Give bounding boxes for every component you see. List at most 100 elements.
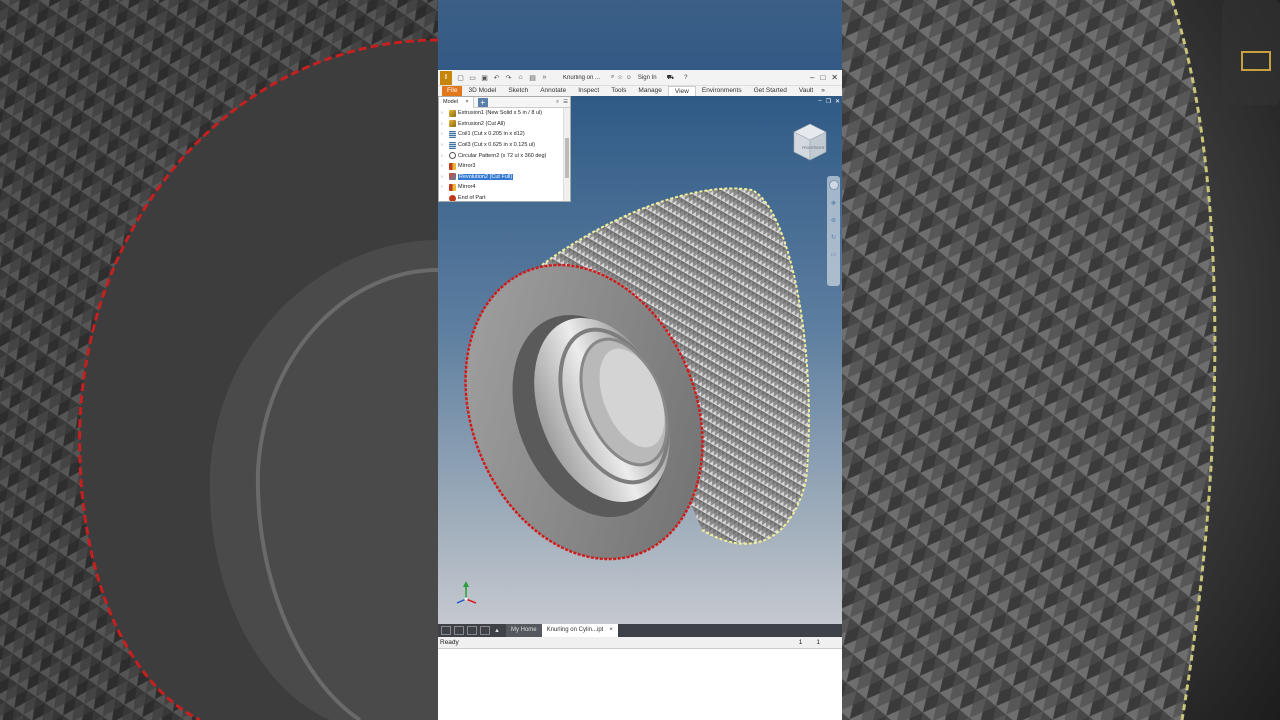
close-tab-icon[interactable]: × <box>466 99 469 105</box>
maximize-icon[interactable]: □ <box>820 73 825 82</box>
arrange-vertical-icon[interactable] <box>480 626 490 635</box>
tree-item-mirror3[interactable]: › Mirror3 <box>441 161 570 172</box>
tree-item-circular-pattern2[interactable]: › Circular Pattern2 (x 72 ul x 360 deg) <box>441 150 570 161</box>
orbit-icon[interactable]: ↻ <box>831 234 836 241</box>
tab-my-home[interactable]: My Home <box>505 624 542 637</box>
vp-close-icon[interactable]: ✕ <box>835 98 840 105</box>
user-icon[interactable]: ☺ <box>626 75 632 81</box>
tab-view[interactable]: View <box>667 86 696 96</box>
add-browser-button[interactable]: + <box>477 97 488 107</box>
new-file-icon[interactable]: ▢ <box>456 74 465 82</box>
tile-icon[interactable] <box>441 626 451 635</box>
home-icon[interactable]: ⌂ <box>516 74 525 81</box>
sign-in-link[interactable]: Sign In <box>638 75 657 81</box>
redo-icon[interactable]: ↷ <box>504 74 513 82</box>
viewport-controls: – ❐ ✕ <box>818 98 840 105</box>
cart-icon[interactable]: ⛟ <box>667 74 675 82</box>
feature-tree: › Extrusion1 (New Solid x 5 in / 8 ul) › E… <box>439 108 570 201</box>
revolve-icon <box>449 173 456 181</box>
ribbon-tabs: File 3D Model Sketch Annotate Inspect To… <box>438 86 842 96</box>
close-icon[interactable]: ✕ <box>831 73 838 82</box>
tree-item-extrusion2[interactable]: › Extrusion2 (Cut All) <box>441 119 570 130</box>
tab-environments[interactable]: Environments <box>696 86 748 96</box>
graphics-viewport[interactable]: – ❐ ✕ FRONT RIGHT ✥ ⊕ ↻ ▭ Model × + ⌕ ☰ … <box>438 96 842 624</box>
minimize-icon[interactable]: – <box>810 73 814 82</box>
viewcube[interactable]: FRONT RIGHT <box>792 122 828 162</box>
vp-restore-icon[interactable]: ❐ <box>826 98 831 105</box>
knurled-part-closeup-right <box>842 0 1280 720</box>
tab-sketch[interactable]: Sketch <box>502 86 534 96</box>
tab-manage[interactable]: Manage <box>632 86 668 96</box>
mirror-icon <box>449 183 456 191</box>
end-of-part-icon <box>449 194 456 201</box>
tree-item-mirror4[interactable]: › Mirror4 <box>441 182 570 193</box>
tab-knurling-document[interactable]: Knurling on Cylin...ipt × <box>541 624 618 637</box>
extrude-icon <box>449 120 456 128</box>
knurled-part-closeup-left <box>0 0 438 720</box>
coordinate-triad <box>456 581 477 604</box>
title-bar: I ▢ ▭ ▣ ↶ ↷ ⌂ ▤ » Knurling on ... ⌕ ☆ ☺ … <box>438 70 842 86</box>
coil-icon <box>449 141 456 149</box>
status-bar: Ready 1 1 <box>438 637 842 649</box>
circular-pattern-icon <box>449 152 456 160</box>
status-text: Ready <box>440 639 459 646</box>
steering-wheel-icon[interactable] <box>828 180 839 190</box>
tab-list-icon[interactable]: ▲ <box>494 628 500 634</box>
tab-vault[interactable]: Vault <box>793 86 819 96</box>
background-zoom-left <box>0 0 438 720</box>
browser-menu-icon[interactable]: ☰ <box>563 99 568 106</box>
mirror-icon <box>449 162 456 170</box>
tree-item-coil1[interactable]: › Coil1 (Cut x 0.205 in x d12) <box>441 129 570 140</box>
browser-tab-model[interactable]: Model × <box>439 97 474 108</box>
ribbon-overflow[interactable]: » <box>819 86 827 96</box>
close-document-icon[interactable]: × <box>609 624 613 637</box>
document-title: Knurling on ... <box>563 74 601 81</box>
inventor-window: I ▢ ▭ ▣ ↶ ↷ ⌂ ▤ » Knurling on ... ⌕ ☆ ☺ … <box>438 0 842 720</box>
pan-icon[interactable]: ✥ <box>831 200 836 207</box>
open-folder-icon[interactable]: ▭ <box>468 74 477 82</box>
browser-search-icon[interactable]: ⌕ <box>556 99 559 106</box>
navigation-bar: ✥ ⊕ ↻ ▭ <box>827 176 840 286</box>
save-icon[interactable]: ▣ <box>480 74 489 82</box>
search-icon[interactable]: ⌕ <box>611 74 614 81</box>
background-zoom-right <box>842 0 1280 720</box>
look-at-icon[interactable]: ▭ <box>831 251 837 258</box>
tab-annotate[interactable]: Annotate <box>534 86 572 96</box>
extrude-icon <box>449 109 456 117</box>
tree-item-extrusion1[interactable]: › Extrusion1 (New Solid x 5 in / 8 ul) <box>441 108 570 119</box>
document-tabs-bar: ▲ My Home Knurling on Cylin...ipt × <box>438 624 842 637</box>
undo-icon[interactable]: ↶ <box>492 74 501 82</box>
browser-header: Model × + ⌕ ☰ <box>439 97 570 108</box>
quick-access-toolbar: ▢ ▭ ▣ ↶ ↷ ⌂ ▤ » <box>456 74 549 82</box>
blank-area <box>438 650 842 720</box>
window-controls: – □ ✕ <box>810 73 838 82</box>
help-icon[interactable]: ? <box>684 75 687 81</box>
vp-minimize-icon[interactable]: – <box>818 98 821 105</box>
overflow-icon[interactable]: » <box>540 74 549 81</box>
tab-inspect[interactable]: Inspect <box>572 86 605 96</box>
browser-scrollbar[interactable] <box>563 108 570 201</box>
knurled-cylinder-model[interactable] <box>452 180 832 580</box>
top-band <box>438 0 842 70</box>
browser-tab-label: Model <box>443 98 458 105</box>
viewcube-right-label[interactable]: RIGHT <box>814 146 826 150</box>
scrollbar-thumb[interactable] <box>565 138 569 178</box>
cascade-icon[interactable] <box>454 626 464 635</box>
zoom-icon[interactable]: ⊕ <box>831 217 836 224</box>
properties-icon[interactable]: ▤ <box>528 74 537 82</box>
tab-file[interactable]: File <box>442 86 463 96</box>
tab-get-started[interactable]: Get Started <box>748 86 793 96</box>
status-count-2: 1 <box>816 639 820 646</box>
app-logo[interactable]: I <box>440 70 452 85</box>
tree-item-revolution2[interactable]: › Revolution2 (Cut Full) <box>441 172 570 183</box>
status-count-1: 1 <box>798 639 803 646</box>
tab-3d-model[interactable]: 3D Model <box>462 86 502 96</box>
tree-item-coil3[interactable]: › Coil3 (Cut x 0.625 in x 0.125 ul) <box>441 140 570 151</box>
star-icon[interactable]: ☆ <box>617 74 622 81</box>
model-browser: Model × + ⌕ ☰ › Extrusion1 (New Solid x 5… <box>438 96 571 202</box>
tab-tools[interactable]: Tools <box>605 86 632 96</box>
viewcube-front-label[interactable]: FRONT <box>802 146 815 150</box>
arrange-horizontal-icon[interactable] <box>467 626 477 635</box>
tree-item-end-of-part[interactable]: End of Part <box>441 193 570 201</box>
document-tab-label: Knurling on Cylin...ipt <box>546 627 604 633</box>
